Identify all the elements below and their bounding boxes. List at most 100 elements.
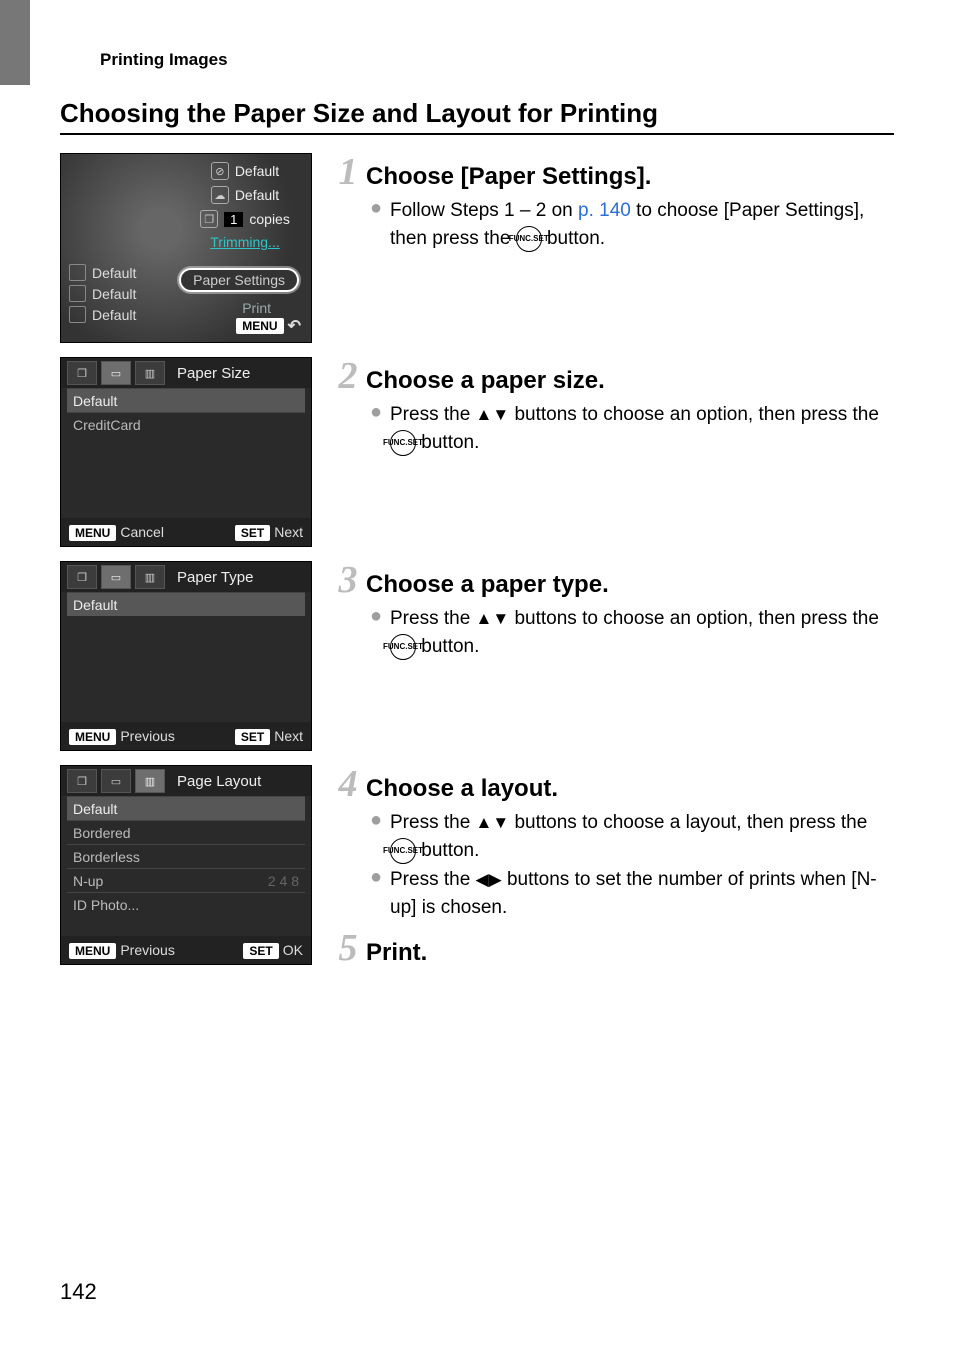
paper-type-title: Paper Type bbox=[177, 569, 253, 586]
page-ref-link[interactable]: p. 140 bbox=[578, 200, 631, 221]
list-item: CreditCard bbox=[67, 412, 305, 436]
step-2-text: 2 Choose a paper size. ● Press the ▲▼ bu… bbox=[330, 357, 894, 458]
step-1-bullet: ● Follow Steps 1 – 2 on p. 140 to choose… bbox=[370, 197, 894, 252]
date-value: Default bbox=[235, 163, 279, 179]
effect-icon: ☁ bbox=[211, 186, 229, 204]
nup-values: 2 4 8 bbox=[268, 869, 299, 892]
bullet-dot-icon: ● bbox=[370, 605, 384, 660]
footer-right-text: Next bbox=[274, 728, 303, 744]
menu-badge: MENU bbox=[236, 318, 283, 334]
step-3-bullet: ● Press the ▲▼ buttons to choose an opti… bbox=[370, 605, 894, 660]
list-item: Default bbox=[67, 388, 305, 412]
leftright-arrows-icon: ◀▶ bbox=[476, 868, 502, 893]
func-set-icon: FUNC.SET bbox=[516, 226, 542, 252]
page: Printing Images Choosing the Paper Size … bbox=[0, 0, 954, 1345]
menu-back: MENU ↶ bbox=[236, 316, 301, 336]
bullet-dot-icon: ● bbox=[370, 866, 384, 921]
tab-type-icon: ▭ bbox=[101, 565, 131, 589]
list-item: ID Photo... bbox=[67, 892, 305, 916]
screenshot-paper-type: ❐ ▭ ▥ Paper Type Default MENUPrevious SE… bbox=[60, 561, 312, 751]
paper-type-icon bbox=[69, 285, 86, 302]
func-set-icon: FUNC.SET bbox=[390, 838, 416, 864]
step-3-text-b: buttons to choose an option, then press … bbox=[509, 608, 879, 629]
step-3-text-a: Press the bbox=[390, 608, 476, 629]
step-1-text-a: Follow Steps 1 – 2 on bbox=[390, 200, 578, 221]
step-2-title: Choose a paper size. bbox=[366, 367, 605, 395]
copies-setting: ❐ 1 copies bbox=[200, 210, 290, 228]
settings-left-col: Default Default Default bbox=[69, 264, 136, 323]
footer-left-text: Previous bbox=[120, 942, 174, 958]
effect-setting: ☁ Default bbox=[211, 186, 279, 204]
step-1-number: 1 bbox=[330, 153, 366, 191]
step-4-text-2a: Press the bbox=[390, 869, 476, 890]
paper-size-default-label: Default bbox=[92, 265, 136, 281]
bullet-dot-icon: ● bbox=[370, 809, 384, 864]
set-badge: SET bbox=[235, 729, 270, 745]
step-5-number: 5 bbox=[330, 929, 366, 967]
paper-size-icon bbox=[69, 264, 86, 281]
layout-default: Default bbox=[69, 306, 136, 323]
footer-left: MENUPrevious bbox=[69, 942, 175, 959]
footer-right: SETOK bbox=[243, 942, 303, 959]
side-tab bbox=[0, 0, 30, 85]
tab-type-icon: ▭ bbox=[101, 361, 131, 385]
step-3-text: 3 Choose a paper type. ● Press the ▲▼ bu… bbox=[330, 561, 894, 662]
tab-size-icon: ❐ bbox=[67, 769, 97, 793]
footer-right-text: Next bbox=[274, 524, 303, 540]
page-layout-title: Page Layout bbox=[177, 773, 261, 790]
footer-left: MENUCancel bbox=[69, 524, 164, 541]
date-setting: ⊘Default bbox=[211, 162, 279, 180]
set-badge: SET bbox=[243, 943, 278, 959]
menu-badge: MENU bbox=[69, 729, 116, 745]
copies-label: copies bbox=[249, 211, 289, 227]
heading-rule bbox=[60, 133, 894, 135]
step-4-text-b: buttons to choose a layout, then press t… bbox=[509, 812, 867, 833]
footer-left-text: Previous bbox=[120, 728, 174, 744]
paper-settings-button: Paper Settings bbox=[179, 268, 299, 292]
step-4-text-c: button. bbox=[416, 840, 479, 861]
settings-right-col: ⊘Default ☁ Default ❐ 1 copies Trimming... bbox=[185, 162, 305, 250]
copies-value: 1 bbox=[224, 212, 243, 227]
tab-size-icon: ❐ bbox=[67, 565, 97, 589]
tab-layout-icon: ▥ bbox=[135, 565, 165, 589]
step-4-row: ❐ ▭ ▥ Page Layout Default Bordered Borde… bbox=[60, 765, 894, 973]
step-3-text-c: button. bbox=[416, 636, 479, 657]
step-3-row: ❐ ▭ ▥ Paper Type Default MENUPrevious SE… bbox=[60, 561, 894, 751]
layout-icon bbox=[69, 306, 86, 323]
page-title: Choosing the Paper Size and Layout for P… bbox=[60, 98, 894, 129]
set-badge: SET bbox=[235, 525, 270, 541]
bullet-dot-icon: ● bbox=[370, 401, 384, 456]
updown-arrows-icon: ▲▼ bbox=[476, 403, 510, 428]
step-5-title: Print. bbox=[366, 939, 427, 967]
step-4-bullet-1: ● Press the ▲▼ buttons to choose a layou… bbox=[370, 809, 894, 864]
tab-layout-icon: ▥ bbox=[135, 769, 165, 793]
footer-right: SETNext bbox=[235, 524, 303, 541]
step-4-title: Choose a layout. bbox=[366, 775, 558, 803]
tab-size-icon: ❐ bbox=[67, 361, 97, 385]
step-1-text: 1 Choose [Paper Settings]. ● Follow Step… bbox=[330, 153, 894, 254]
tab-layout-icon: ▥ bbox=[135, 361, 165, 385]
back-arrow-icon: ↶ bbox=[288, 316, 301, 336]
step-4-number: 4 bbox=[330, 765, 366, 803]
bullet-dot-icon: ● bbox=[370, 197, 384, 252]
step-2-text-c: button. bbox=[416, 432, 479, 453]
step-3-number: 3 bbox=[330, 561, 366, 599]
breadcrumb: Printing Images bbox=[100, 50, 894, 70]
effect-value: Default bbox=[235, 187, 279, 203]
trimming-link: Trimming... bbox=[210, 234, 279, 250]
menu-badge: MENU bbox=[69, 943, 116, 959]
page-number: 142 bbox=[60, 1279, 97, 1305]
print-button-label: Print bbox=[242, 300, 271, 316]
list-item: Default bbox=[67, 796, 305, 820]
screenshot-page-layout: ❐ ▭ ▥ Page Layout Default Bordered Borde… bbox=[60, 765, 312, 965]
step-4-text: 4 Choose a layout. ● Press the ▲▼ button… bbox=[330, 765, 894, 973]
step-2-number: 2 bbox=[330, 357, 366, 395]
paper-type-default-label: Default bbox=[92, 286, 136, 302]
copies-icon: ❐ bbox=[200, 210, 218, 228]
layout-default-label: Default bbox=[92, 307, 136, 323]
step-3-title: Choose a paper type. bbox=[366, 571, 609, 599]
step-1-title: Choose [Paper Settings]. bbox=[366, 163, 651, 191]
step-4-text-a: Press the bbox=[390, 812, 476, 833]
step-2-text-a: Press the bbox=[390, 404, 476, 425]
list-item: Default bbox=[67, 592, 305, 616]
